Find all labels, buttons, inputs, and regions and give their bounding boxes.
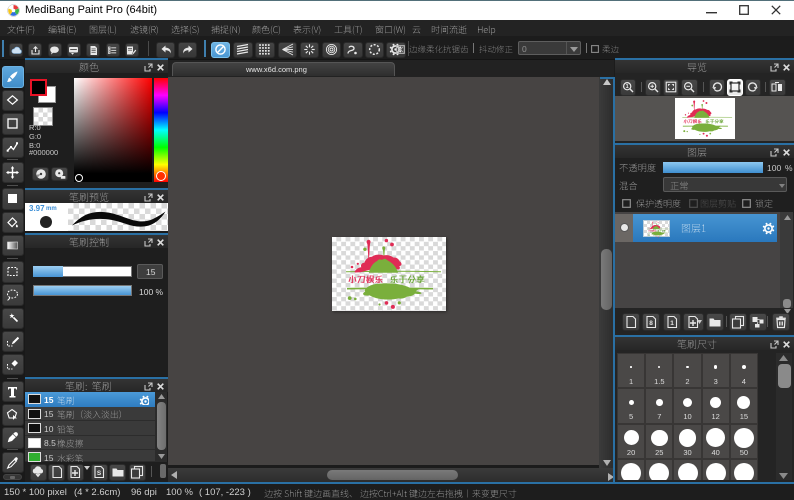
svg-text:1: 1 xyxy=(670,320,674,327)
svg-text:8: 8 xyxy=(649,320,653,327)
svg-text:1: 1 xyxy=(625,84,628,90)
svg-text:S: S xyxy=(97,470,102,477)
